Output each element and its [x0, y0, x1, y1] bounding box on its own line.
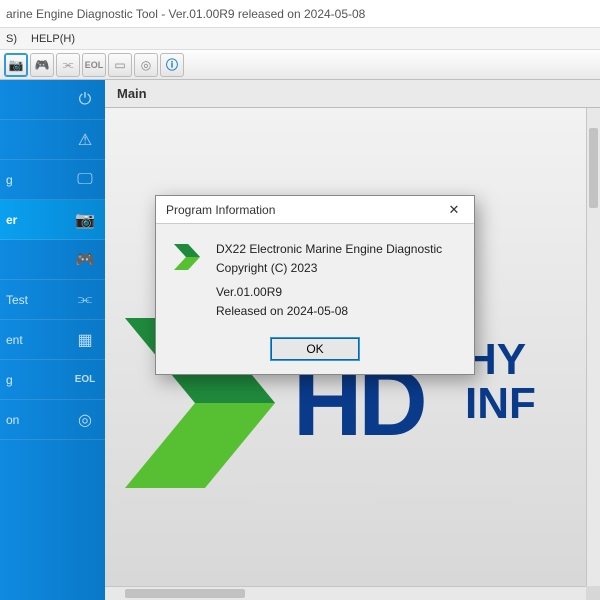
dialog-footer: OK: [156, 334, 474, 374]
dialog-overlay: Program Information ✕ DX22 Electronic Ma…: [0, 0, 600, 600]
dialog-product: DX22 Electronic Marine Engine Diagnostic: [216, 240, 442, 259]
dialog-released: Released on 2024-05-08: [216, 302, 442, 321]
dialog-close-button[interactable]: ✕: [440, 200, 468, 220]
dialog-title: Program Information: [166, 203, 275, 217]
dialog-app-icon: [170, 240, 204, 274]
dialog-version: Ver.01.00R9: [216, 283, 442, 302]
dialog-copyright: Copyright (C) 2023: [216, 259, 442, 278]
ok-button[interactable]: OK: [271, 338, 359, 360]
program-info-dialog: Program Information ✕ DX22 Electronic Ma…: [155, 195, 475, 375]
close-icon: ✕: [449, 202, 460, 218]
dialog-text: DX22 Electronic Marine Engine Diagnostic…: [216, 240, 442, 320]
dialog-titlebar: Program Information ✕: [156, 196, 474, 224]
dialog-body: DX22 Electronic Marine Engine Diagnostic…: [156, 224, 474, 334]
